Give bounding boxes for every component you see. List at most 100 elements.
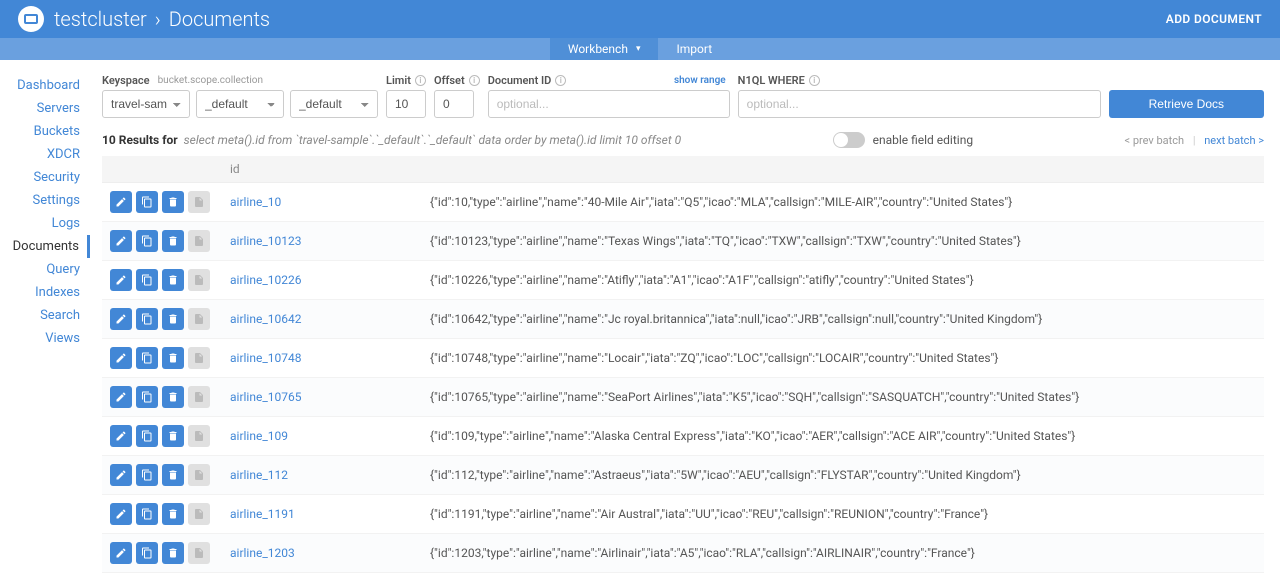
limit-input[interactable] <box>386 90 426 118</box>
delete-icon[interactable] <box>162 308 184 330</box>
copy-icon[interactable] <box>136 464 158 486</box>
delete-icon[interactable] <box>162 191 184 213</box>
docid-label: Document IDi show range <box>488 74 730 87</box>
chevron-down-icon: ▾ <box>636 44 641 54</box>
bucket-select[interactable]: travel-sample <box>102 90 190 118</box>
delete-icon[interactable] <box>162 347 184 369</box>
copy-icon[interactable] <box>136 308 158 330</box>
copy-icon[interactable] <box>136 542 158 564</box>
doc-disabled-icon <box>188 347 210 369</box>
offset-input[interactable] <box>434 90 474 118</box>
edit-icon[interactable] <box>110 347 132 369</box>
sidebar-item-logs[interactable]: Logs <box>0 212 80 235</box>
table-row: airline_112{"id":112,"type":"airline","n… <box>102 456 1264 495</box>
doc-id-link[interactable]: airline_10123 <box>230 234 301 248</box>
sidebar-item-settings[interactable]: Settings <box>0 189 80 212</box>
delete-icon[interactable] <box>162 542 184 564</box>
doc-id-link[interactable]: airline_1191 <box>230 507 295 521</box>
edit-icon[interactable] <box>110 308 132 330</box>
doc-id-link[interactable]: airline_1203 <box>230 546 295 560</box>
info-icon: i <box>809 75 820 86</box>
tab-workbench[interactable]: Workbench ▾ <box>550 38 659 60</box>
copy-icon[interactable] <box>136 230 158 252</box>
table-row: airline_10226{"id":10226,"type":"airline… <box>102 261 1264 300</box>
doc-json: {"id":1203,"type":"airline","name":"Airl… <box>430 546 1150 560</box>
edit-icon[interactable] <box>110 230 132 252</box>
edit-icon[interactable] <box>110 425 132 447</box>
doc-json: {"id":10123,"type":"airline","name":"Tex… <box>430 234 1150 248</box>
table-row: airline_10765 {"id":10765,"type":"airline… <box>102 378 1264 417</box>
doc-json: {"id":109,"type":"airline","name":"Alask… <box>430 429 1150 443</box>
copy-icon[interactable] <box>136 191 158 213</box>
section-title: Documents <box>169 7 270 31</box>
toggle-switch-icon[interactable] <box>833 132 865 148</box>
sidebar: Dashboard Servers Buckets XDCR Security … <box>0 60 90 573</box>
keyspace-label: Keyspace bucket.scope.collection <box>102 74 378 87</box>
delete-icon[interactable] <box>162 386 184 408</box>
logo-icon <box>18 6 44 32</box>
table-row: airline_10748{"id":10748,"type":"airline… <box>102 339 1264 378</box>
doc-id-link[interactable]: airline_10 <box>230 195 281 209</box>
table-row: airline_1203 {"id":1203,"type":"airline",… <box>102 534 1264 573</box>
show-range-link[interactable]: show range <box>674 75 726 86</box>
delete-icon[interactable] <box>162 230 184 252</box>
copy-icon[interactable] <box>136 425 158 447</box>
doc-json: {"id":10,"type":"airline","name":"40-Mil… <box>430 195 1150 209</box>
doc-disabled-icon <box>188 269 210 291</box>
sidebar-item-dashboard[interactable]: Dashboard <box>0 74 80 97</box>
retrieve-button[interactable]: Retrieve Docs <box>1109 90 1264 118</box>
docid-input[interactable] <box>488 90 730 118</box>
doc-json: {"id":10765,"type":"airline","name":"Sea… <box>430 390 1150 404</box>
copy-icon[interactable] <box>136 386 158 408</box>
doc-id-link[interactable]: airline_10748 <box>230 351 301 365</box>
delete-icon[interactable] <box>162 425 184 447</box>
sidebar-item-buckets[interactable]: Buckets <box>0 120 80 143</box>
sidebar-item-indexes[interactable]: Indexes <box>0 281 80 304</box>
doc-id-link[interactable]: airline_10642 <box>230 312 301 326</box>
sidebar-item-search[interactable]: Search <box>0 304 80 327</box>
sidebar-item-documents[interactable]: Documents <box>0 235 90 258</box>
edit-icon[interactable] <box>110 542 132 564</box>
edit-icon[interactable] <box>110 386 132 408</box>
tab-import-label: Import <box>676 42 712 56</box>
delete-icon[interactable] <box>162 503 184 525</box>
doc-id-link[interactable]: airline_109 <box>230 429 288 443</box>
cluster-name[interactable]: testcluster <box>54 7 147 31</box>
doc-json: {"id":1191,"type":"airline","name":"Air … <box>430 507 1150 521</box>
copy-icon[interactable] <box>136 347 158 369</box>
edit-icon[interactable] <box>110 503 132 525</box>
sidebar-item-query[interactable]: Query <box>0 258 80 281</box>
edit-icon[interactable] <box>110 191 132 213</box>
doc-disabled-icon <box>188 386 210 408</box>
delete-icon[interactable] <box>162 464 184 486</box>
add-document-button[interactable]: ADD DOCUMENT <box>1166 12 1262 26</box>
sidebar-item-xdcr[interactable]: XDCR <box>0 143 80 166</box>
collection-select[interactable]: _default <box>290 90 378 118</box>
sidebar-item-servers[interactable]: Servers <box>0 97 80 120</box>
sidebar-item-views[interactable]: Views <box>0 327 80 350</box>
limit-label: Limiti <box>386 74 426 87</box>
doc-disabled-icon <box>188 191 210 213</box>
copy-icon[interactable] <box>136 269 158 291</box>
sidebar-item-security[interactable]: Security <box>0 166 80 189</box>
edit-icon[interactable] <box>110 269 132 291</box>
field-edit-toggle[interactable]: enable field editing <box>833 132 973 148</box>
next-batch-link[interactable]: next batch > <box>1204 134 1264 147</box>
table-row: airline_1191 {"id":1191,"type":"airline",… <box>102 495 1264 534</box>
doc-id-link[interactable]: airline_112 <box>230 468 288 482</box>
copy-icon[interactable] <box>136 503 158 525</box>
doc-id-link[interactable]: airline_10765 <box>230 390 301 404</box>
results-query: select meta().id from `travel-sample`.`_… <box>184 133 681 147</box>
tab-import[interactable]: Import <box>658 38 730 60</box>
doc-disabled-icon <box>188 542 210 564</box>
column-id: id <box>222 156 422 183</box>
breadcrumb: testcluster › Documents <box>18 6 270 32</box>
edit-icon[interactable] <box>110 464 132 486</box>
info-icon: i <box>469 75 480 86</box>
delete-icon[interactable] <box>162 269 184 291</box>
doc-id-link[interactable]: airline_10226 <box>230 273 301 287</box>
doc-json: {"id":10642,"type":"airline","name":"Jc … <box>430 312 1150 326</box>
n1ql-input[interactable] <box>738 90 1101 118</box>
scope-select[interactable]: _default <box>196 90 284 118</box>
doc-disabled-icon <box>188 308 210 330</box>
